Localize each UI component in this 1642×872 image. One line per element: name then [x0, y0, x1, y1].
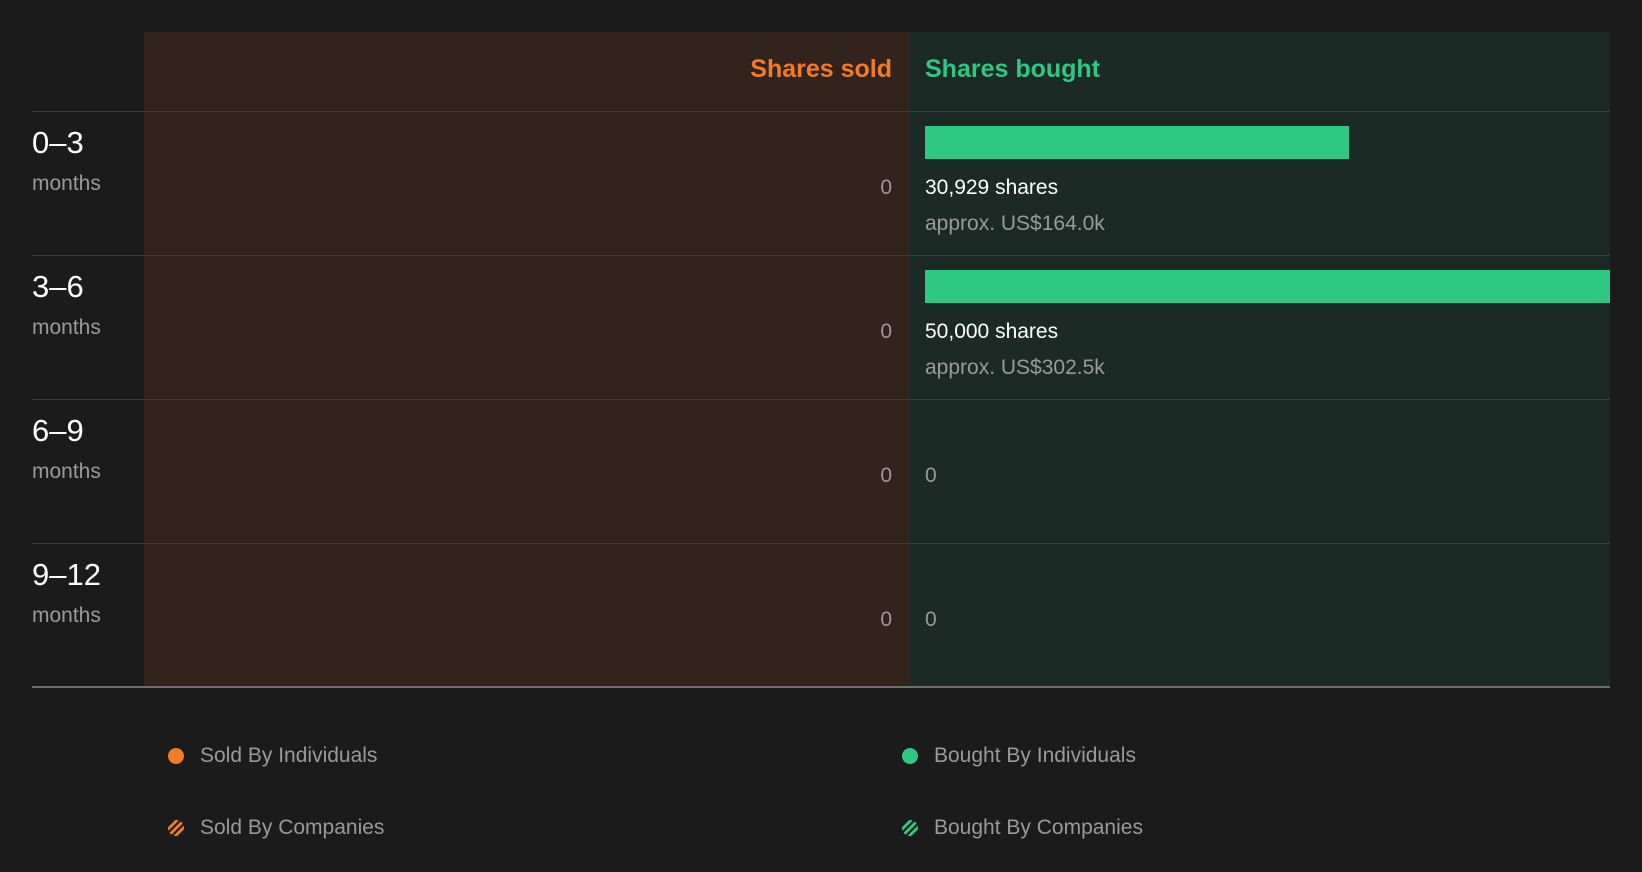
period-unit: months — [32, 172, 101, 195]
period-label: 3–6 — [32, 269, 84, 304]
period-unit: months — [32, 604, 101, 627]
legend-dot-icon — [902, 748, 918, 764]
bought-value-label: 0 — [925, 464, 937, 487]
legend-label: Bought By Companies — [934, 816, 1143, 839]
legend-item: Bought By Individuals — [902, 742, 1136, 770]
bought-bar — [925, 126, 1349, 159]
sold-value-label: 0 — [880, 176, 892, 199]
legend-label: Sold By Companies — [200, 816, 385, 839]
shares-sold-header: Shares sold — [750, 55, 892, 83]
sold-value-label: 0 — [880, 608, 892, 631]
legend-item: Sold By Companies — [168, 814, 384, 842]
legend-hatch-icon — [168, 820, 184, 836]
legend-item: Bought By Companies — [902, 814, 1143, 842]
sold-value-label: 0 — [880, 320, 892, 343]
sold-value-label: 0 — [880, 464, 892, 487]
bought-shares-label: 30,929 shares — [925, 176, 1059, 199]
table-row: 0–3 months 0 30,929 shares approx. US$164.0k — [0, 111, 1642, 255]
table-row: 9–12 months 0 0 — [0, 543, 1642, 687]
legend-hatch-icon — [902, 820, 918, 836]
period-label: 9–12 — [32, 557, 101, 592]
table-row: 6–9 months 0 0 — [0, 399, 1642, 543]
bought-value-label: 0 — [925, 608, 937, 631]
legend-item: Sold By Individuals — [168, 742, 377, 770]
bought-bar — [925, 270, 1610, 303]
period-unit: months — [32, 460, 101, 483]
chart-baseline — [32, 686, 1610, 688]
bought-shares-label: 50,000 shares — [925, 320, 1059, 343]
bought-approx-value: approx. US$302.5k — [925, 356, 1105, 379]
shares-bought-header: Shares bought — [925, 55, 1101, 83]
period-label: 0–3 — [32, 125, 84, 160]
legend-dot-icon — [168, 748, 184, 764]
legend-label: Bought By Individuals — [934, 744, 1136, 767]
legend-label: Sold By Individuals — [200, 744, 378, 767]
period-label: 6–9 — [32, 413, 84, 448]
period-unit: months — [32, 316, 101, 339]
bought-approx-value: approx. US$164.0k — [925, 212, 1105, 235]
table-row: 3–6 months 0 50,000 shares approx. US$302.5k — [0, 255, 1642, 399]
